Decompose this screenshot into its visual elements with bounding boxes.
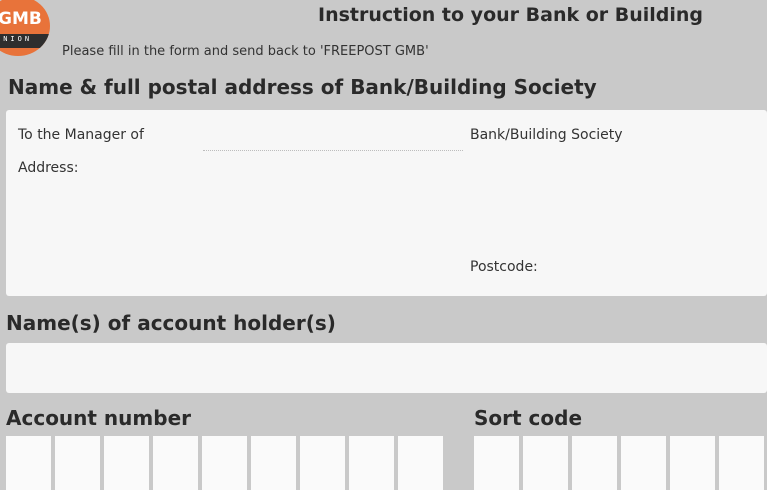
logo-text: GMB bbox=[0, 9, 42, 29]
form-title: Instruction to your Bank or Building bbox=[318, 4, 704, 26]
account-digit-box-6[interactable] bbox=[251, 436, 296, 490]
sort-digit-box-3[interactable] bbox=[572, 436, 617, 490]
account-digit-box-2[interactable] bbox=[55, 436, 100, 490]
address-label: Address: bbox=[18, 160, 79, 176]
sort-digit-box-2[interactable] bbox=[523, 436, 568, 490]
postcode-label: Postcode: bbox=[470, 259, 538, 275]
account-digit-box-3[interactable] bbox=[104, 436, 149, 490]
account-digit-box-8[interactable] bbox=[349, 436, 394, 490]
logo-band: UNION bbox=[0, 34, 50, 48]
address-field[interactable] bbox=[18, 182, 458, 282]
holder-section-heading: Name(s) of account holder(s) bbox=[6, 311, 336, 335]
sort-digit-box-6[interactable] bbox=[719, 436, 764, 490]
logo-subtext: UNION bbox=[0, 35, 33, 43]
sort-code-heading: Sort code bbox=[474, 406, 583, 430]
manager-input-line[interactable] bbox=[203, 150, 463, 151]
account-digit-box-5[interactable] bbox=[202, 436, 247, 490]
logo-badge: GMB UNION bbox=[0, 0, 50, 56]
account-digit-box-7[interactable] bbox=[300, 436, 345, 490]
bank-section-heading: Name & full postal address of Bank/Build… bbox=[8, 75, 597, 99]
sort-digit-box-1[interactable] bbox=[474, 436, 519, 490]
account-digit-box-1[interactable] bbox=[6, 436, 51, 490]
bank-address-panel: To the Manager of Bank/Building Society … bbox=[6, 110, 767, 296]
postcode-field[interactable] bbox=[576, 255, 756, 283]
sort-digit-box-5[interactable] bbox=[670, 436, 715, 490]
instruction-text: Please fill in the form and send back to… bbox=[62, 44, 429, 59]
bank-building-label: Bank/Building Society bbox=[470, 127, 623, 143]
account-digit-box-9[interactable] bbox=[398, 436, 443, 490]
account-holder-field[interactable] bbox=[6, 343, 767, 393]
account-digit-box-4[interactable] bbox=[153, 436, 198, 490]
sort-digit-box-4[interactable] bbox=[621, 436, 666, 490]
to-manager-label: To the Manager of bbox=[18, 127, 144, 143]
gmb-logo: GMB UNION bbox=[0, 0, 56, 64]
account-number-heading: Account number bbox=[6, 406, 191, 430]
